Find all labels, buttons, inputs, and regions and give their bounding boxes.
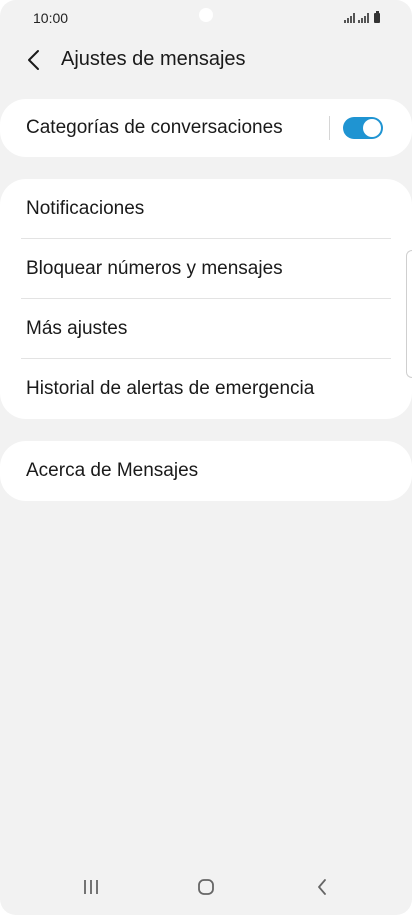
- status-bar: 10:00: [0, 0, 412, 36]
- navigation-bar: [0, 859, 412, 915]
- setting-label: Bloquear números y mensajes: [26, 258, 283, 279]
- chevron-left-icon: [28, 50, 39, 70]
- setting-label: Historial de alertas de emergencia: [26, 378, 315, 399]
- conversation-categories-toggle[interactable]: [343, 117, 383, 139]
- home-icon: [198, 879, 214, 895]
- status-icons: [344, 11, 380, 23]
- card-about: Acerca de Mensajes: [0, 441, 412, 501]
- status-time: 10:00: [33, 10, 69, 26]
- signal-icon: [344, 13, 355, 23]
- front-camera: [199, 8, 213, 22]
- signal-icon: [358, 13, 369, 23]
- toggle-knob: [363, 119, 381, 137]
- card-main-settings: Notificaciones Bloquear números y mensaj…: [0, 179, 412, 419]
- recent-apps-button[interactable]: [77, 873, 105, 901]
- battery-icon: [374, 11, 380, 23]
- setting-label: Notificaciones: [26, 198, 145, 219]
- app-header: Ajustes de mensajes: [0, 36, 412, 84]
- setting-row-conversation-categories[interactable]: Categorías de conversaciones: [0, 99, 412, 157]
- back-icon: [318, 879, 326, 895]
- setting-row-more-settings[interactable]: Más ajustes: [0, 299, 412, 359]
- page-title: Ajustes de mensajes: [61, 48, 246, 70]
- nav-back-button[interactable]: [308, 873, 336, 901]
- scrollbar[interactable]: [406, 250, 412, 378]
- setting-label: Acerca de Mensajes: [26, 460, 199, 481]
- recent-apps-icon: [84, 880, 98, 894]
- phone-screen: 10:00 Ajustes de mensajes Categorías de …: [0, 0, 412, 915]
- setting-label: Más ajustes: [26, 318, 128, 339]
- card-conversation-categories: Categorías de conversaciones: [0, 99, 412, 157]
- setting-row-about-messages[interactable]: Acerca de Mensajes: [0, 441, 412, 501]
- back-button[interactable]: [20, 46, 48, 74]
- divider: [329, 116, 330, 140]
- setting-row-notifications[interactable]: Notificaciones: [0, 179, 412, 239]
- home-button[interactable]: [192, 873, 220, 901]
- setting-row-block-numbers[interactable]: Bloquear números y mensajes: [0, 239, 412, 299]
- setting-label: Categorías de conversaciones: [26, 117, 283, 138]
- setting-row-emergency-alerts[interactable]: Historial de alertas de emergencia: [0, 359, 412, 419]
